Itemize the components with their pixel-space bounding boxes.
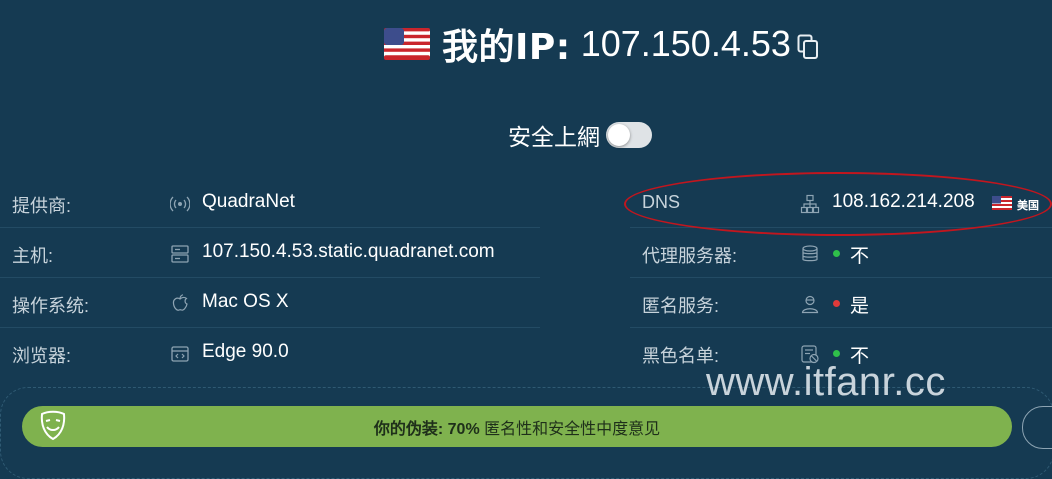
database-icon xyxy=(802,245,818,262)
disguise-text: 你的伪装: 70% 匿名性和安全性中度意见 xyxy=(374,415,660,439)
toggle-knob xyxy=(608,124,630,146)
copy-icon[interactable] xyxy=(797,34,819,60)
row-value: Mac OS X xyxy=(202,291,289,312)
row-label: 提供商: xyxy=(12,196,72,216)
server-icon xyxy=(171,245,189,263)
ip-header: 我的IP: 107.150.4.53 xyxy=(384,22,819,68)
row-value: QuadraNet xyxy=(202,191,295,212)
row-value: Edge 90.0 xyxy=(202,341,289,362)
disguise-bar[interactable]: 你的伪装: 70% 匿名性和安全性中度意见 xyxy=(22,406,1012,447)
ip-address: 107.150.4.53 xyxy=(580,23,791,64)
user-icon xyxy=(801,295,819,314)
broadcast-icon xyxy=(170,196,190,212)
row-label: 主机: xyxy=(12,246,54,266)
row-value: 107.150.4.53.static.quadranet.com xyxy=(202,241,495,262)
row-value: 不 xyxy=(850,246,870,267)
us-flag-icon xyxy=(384,28,430,60)
status-dot-red xyxy=(833,300,840,307)
secure-browsing-label: 安全上網 xyxy=(508,125,600,151)
watermark: www.itfanr.cc xyxy=(706,360,946,404)
apple-icon xyxy=(172,294,188,311)
ip-label: 我的IP: xyxy=(442,27,571,68)
row-value: 是 xyxy=(850,296,870,317)
info-row-browser: 浏览器: Edge 90.0 xyxy=(0,328,540,378)
row-label: 浏览器: xyxy=(12,346,72,366)
info-row-host: 主机: 107.150.4.53.static.quadranet.com xyxy=(0,228,540,278)
row-label: 代理服务器: xyxy=(642,246,738,266)
info-row-provider: 提供商: QuadraNet xyxy=(0,178,540,228)
disguise-percent: 70% xyxy=(447,420,480,438)
row-label: 匿名服务: xyxy=(642,296,720,316)
status-dot-green xyxy=(833,250,840,257)
disguise-suffix: 匿名性和安全性中度意见 xyxy=(484,420,661,438)
secure-browsing-row: 安全上網 xyxy=(508,118,652,152)
secure-browsing-toggle[interactable] xyxy=(606,122,652,148)
status-dot-green xyxy=(833,350,840,357)
browser-code-icon xyxy=(171,346,189,362)
left-info-list: 提供商: QuadraNet 主机: 107.150.4.53.static.q… xyxy=(0,178,540,378)
disguise-prefix: 你的伪装: xyxy=(373,420,444,438)
row-label: 操作系统: xyxy=(12,296,90,316)
info-row-os: 操作系统: Mac OS X xyxy=(0,278,540,328)
info-row-anonymity: 匿名服务: 是 xyxy=(630,278,1052,328)
annotation-ellipse xyxy=(624,172,1052,236)
mask-icon xyxy=(40,410,66,441)
